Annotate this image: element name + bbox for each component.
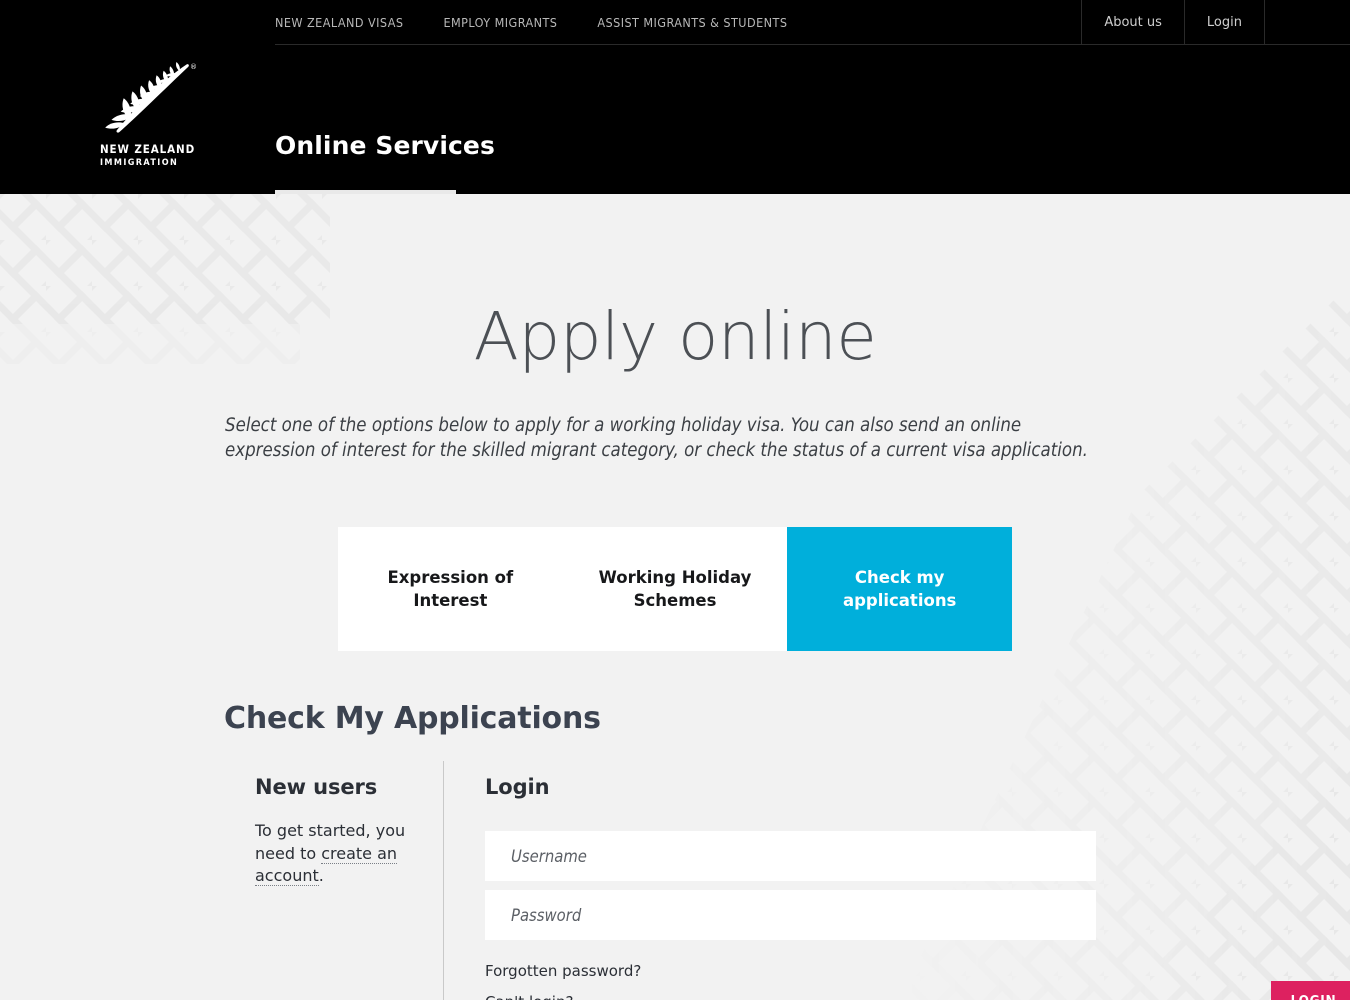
nav-item-assist-migrants-students[interactable]: ASSIST MIGRANTS & STUDENTS [597, 15, 787, 30]
registered-trademark-icon: ® [190, 63, 197, 71]
tab-working-holiday-schemes[interactable]: Working Holiday Schemes [562, 527, 788, 651]
nav-item-employ-migrants[interactable]: EMPLOY MIGRANTS [443, 15, 557, 30]
new-users-text: To get started, you need to create an ac… [255, 820, 425, 888]
apply-options-tabs: Expression of Interest Working Holiday S… [338, 527, 1013, 651]
topnav-primary-links: NEW ZEALAND VISAS EMPLOY MIGRANTS ASSIST… [275, 0, 787, 45]
tab-expression-of-interest[interactable]: Expression of Interest [338, 527, 563, 651]
nav-item-new-zealand-visas[interactable]: NEW ZEALAND VISAS [275, 15, 403, 30]
topnav-spacer-cell [1264, 0, 1350, 45]
tab-check-my-applications[interactable]: Check my applications [787, 527, 1013, 651]
logo-text-immigration: IMMIGRATION [100, 158, 179, 168]
nz-immigration-logo[interactable]: ® NEW ZEALAND IMMIGRATION [100, 60, 200, 168]
intro-paragraph: Select one of the options below to apply… [225, 415, 1088, 461]
password-input[interactable] [485, 890, 1096, 940]
new-users-text-after: . [318, 866, 324, 885]
topnav-secondary-links: About us Login [1081, 0, 1350, 45]
new-users-panel: New users To get started, you need to cr… [255, 775, 425, 888]
login-section: New users To get started, you need to cr… [224, 761, 1350, 1000]
login-helper-links: Forgotten password? Can't login? [485, 962, 1096, 1000]
cant-login-link[interactable]: Can't login? [485, 993, 1096, 1000]
top-navigation-bar: NEW ZEALAND VISAS EMPLOY MIGRANTS ASSIST… [0, 0, 1350, 45]
silver-fern-icon: ® [105, 62, 197, 133]
page-title: Apply online [473, 298, 877, 375]
column-divider [443, 761, 444, 1000]
login-heading: Login [485, 775, 550, 799]
username-input[interactable] [485, 831, 1096, 881]
service-title: Online Services [275, 131, 495, 160]
nav-item-login[interactable]: Login [1183, 0, 1264, 45]
forgotten-password-link[interactable]: Forgotten password? [485, 962, 1096, 980]
new-users-heading: New users [255, 775, 378, 799]
login-panel: Login Forgotten password? Can't login? L… [485, 775, 1350, 1000]
service-title-underline [275, 190, 456, 194]
site-header: NEW ZEALAND VISAS EMPLOY MIGRANTS ASSIST… [0, 0, 1350, 194]
login-submit-button[interactable]: LOGIN [1271, 981, 1350, 1000]
nav-item-about-us[interactable]: About us [1081, 0, 1184, 45]
section-heading: Check My Applications [224, 701, 601, 736]
logo-text-new-zealand: NEW ZEALAND [100, 142, 196, 156]
